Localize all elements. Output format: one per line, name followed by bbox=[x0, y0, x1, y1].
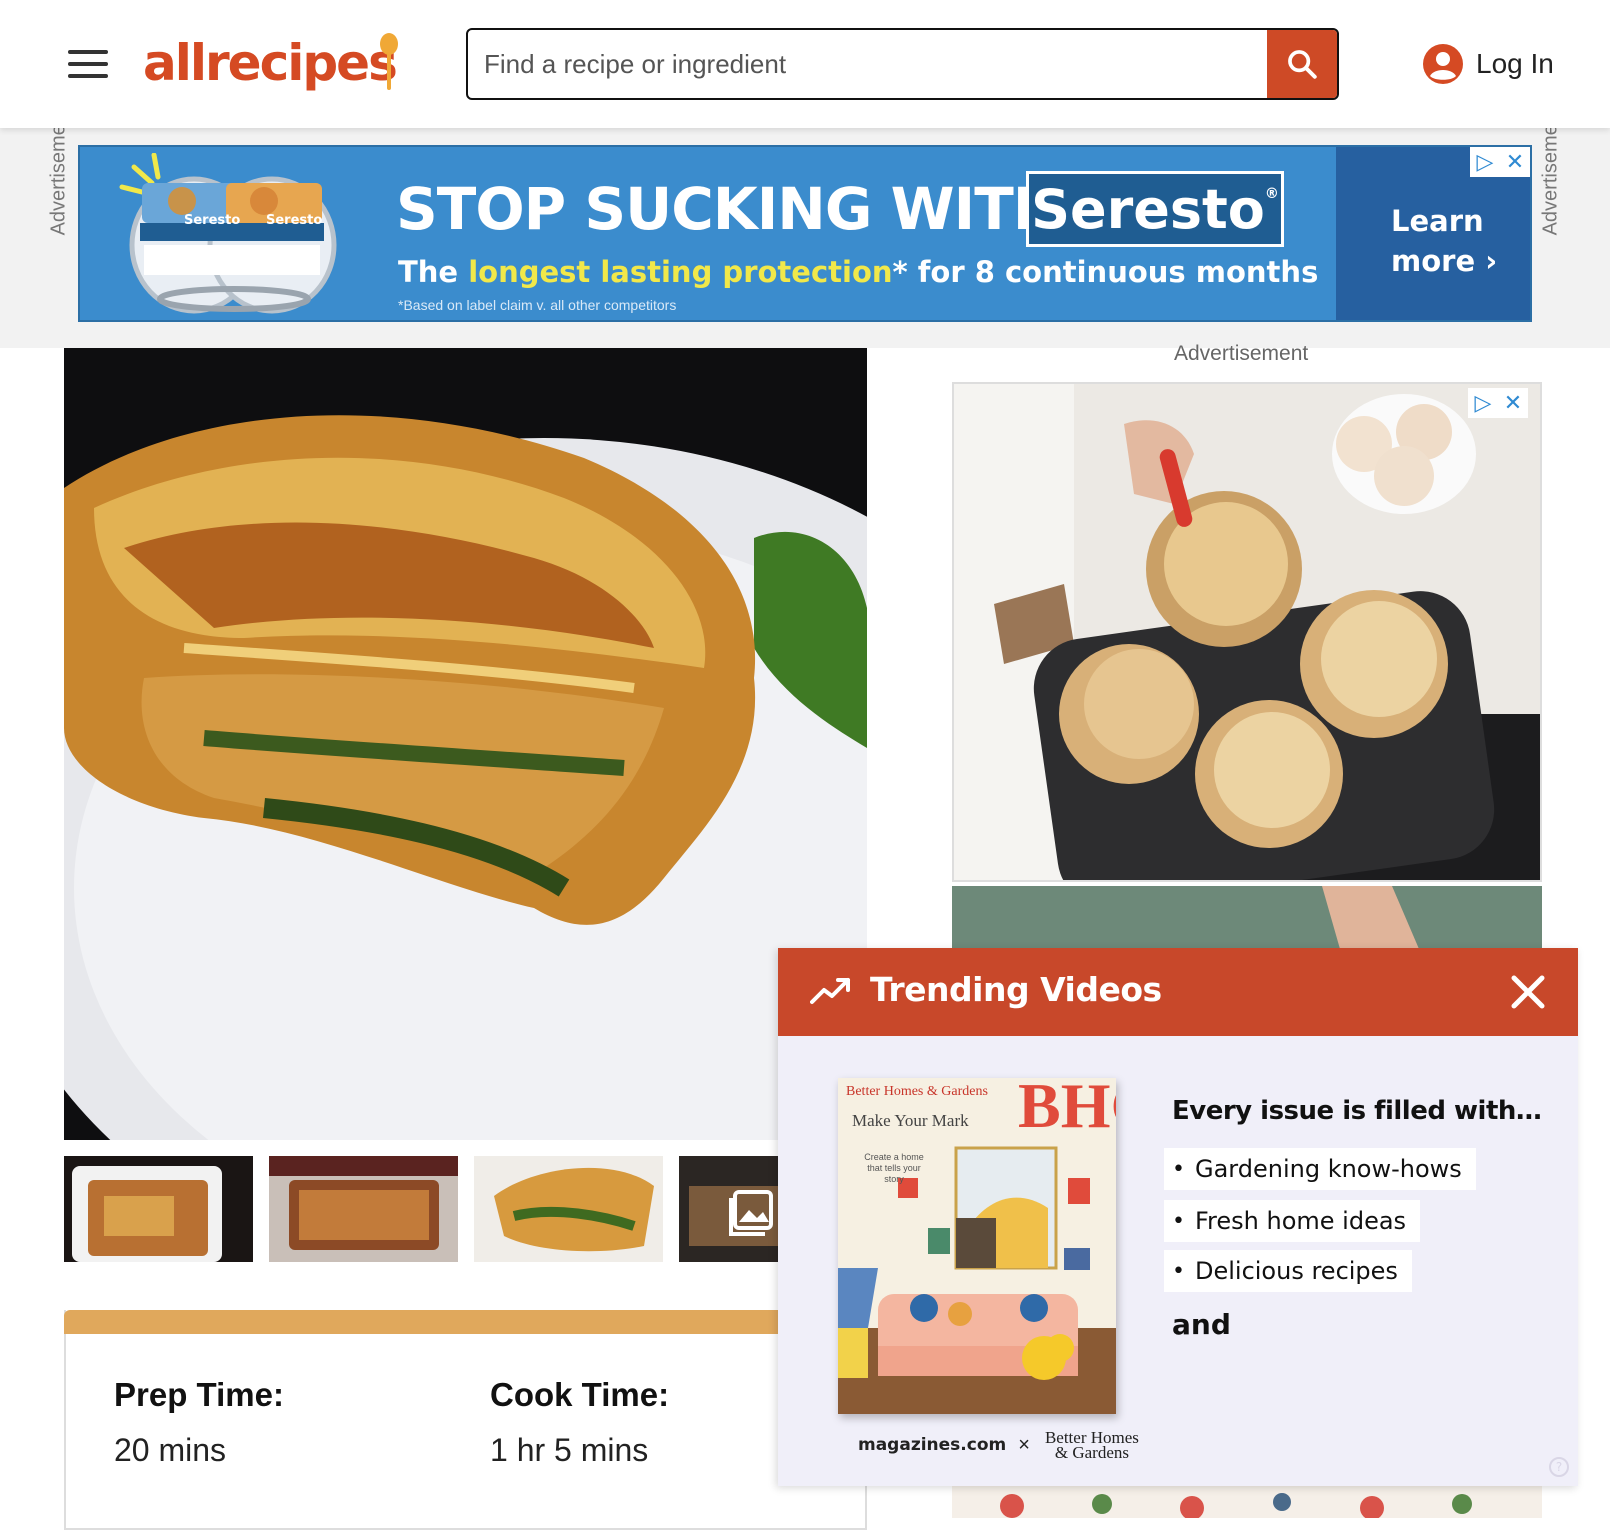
thumbnail-1[interactable] bbox=[64, 1156, 253, 1262]
help-icon[interactable]: ? bbox=[1548, 1456, 1570, 1478]
cook-time-value: 1 hr 5 mins bbox=[490, 1432, 649, 1468]
learn-more-button[interactable]: Learn more › bbox=[1391, 201, 1511, 281]
login-label: Log In bbox=[1476, 48, 1554, 79]
banner-fine-print: *Based on label claim v. all other compe… bbox=[398, 297, 677, 313]
side-ad-floral[interactable] bbox=[952, 1486, 1542, 1518]
magazine-tagline: Make Your Mark bbox=[852, 1111, 969, 1130]
recipe-main-photo[interactable] bbox=[64, 348, 867, 1140]
cook-time: Cook Time: 1 hr 5 mins bbox=[490, 1376, 669, 1469]
side-ad-next[interactable] bbox=[952, 886, 1542, 956]
side-adchoices: ▷ ✕ bbox=[1468, 388, 1528, 418]
offer-bullet-1: Gardening know-hows bbox=[1164, 1148, 1476, 1190]
search-form bbox=[466, 28, 1339, 100]
banner-adchoices: ▷ ✕ bbox=[1470, 147, 1530, 177]
lasagna-photo bbox=[64, 348, 867, 1140]
banner-sub-suffix: * for 8 continuous months bbox=[892, 255, 1319, 289]
login-link[interactable]: Log In bbox=[1422, 42, 1554, 86]
seresto-brand: Seresto ® bbox=[1026, 171, 1284, 247]
thumbnail-4[interactable] bbox=[679, 1156, 779, 1262]
prep-time: Prep Time: 20 mins bbox=[114, 1376, 284, 1469]
banner-sub-prefix: The bbox=[398, 255, 469, 289]
cook-time-label: Cook Time: bbox=[490, 1376, 670, 1413]
magazine-masthead: BHG bbox=[1018, 1078, 1116, 1141]
menu-icon[interactable] bbox=[68, 50, 108, 78]
logo-times: × bbox=[1018, 1433, 1030, 1456]
search-input[interactable] bbox=[468, 30, 1268, 98]
offer-bullet-3: Delicious recipes bbox=[1164, 1250, 1412, 1292]
trending-header: Trending Videos bbox=[778, 948, 1578, 1036]
seresto-brand-text: Seresto bbox=[1031, 177, 1265, 241]
bhg-logo: Better Homes & Gardens bbox=[1044, 1428, 1139, 1462]
egg-pan-ad[interactable]: ▷ ✕ bbox=[952, 382, 1542, 882]
bhg-magazine-cover[interactable]: Better Homes & Gardens BHG Make Your Mar… bbox=[838, 1078, 1116, 1414]
collar-product-image bbox=[119, 153, 337, 314]
magazines-com-logo: magazines.com bbox=[858, 1435, 1007, 1455]
thumbnail-2[interactable] bbox=[269, 1156, 458, 1262]
trending-up-icon bbox=[810, 978, 850, 1004]
site-header: allrecipes Log In bbox=[0, 0, 1610, 128]
spoon-logo-icon bbox=[380, 33, 398, 90]
banner-headline: STOP SUCKING WITH bbox=[396, 175, 1061, 243]
site-logo[interactable]: allrecipes bbox=[143, 34, 398, 92]
seresto-banner-ad[interactable]: Seresto Seresto STOP SUCKING WITH Serest… bbox=[78, 145, 1532, 322]
collar-label-cat: Seresto bbox=[266, 213, 323, 228]
search-button[interactable] bbox=[1267, 30, 1337, 98]
magazine-brand: Better Homes & Gardens bbox=[846, 1084, 988, 1099]
offer-and: and bbox=[1172, 1308, 1231, 1341]
thumbnail-3[interactable] bbox=[474, 1156, 663, 1262]
egg-pan-ad-image bbox=[954, 384, 1540, 880]
close-icon[interactable] bbox=[1506, 970, 1550, 1014]
learn-more-line1: Learn bbox=[1391, 204, 1484, 238]
prep-time-value: 20 mins bbox=[114, 1432, 227, 1468]
collar-label-dog: Seresto bbox=[184, 213, 241, 228]
trending-title: Trending Videos bbox=[870, 970, 1162, 1009]
learn-more-line2: more › bbox=[1391, 244, 1498, 278]
adchoices-icon[interactable]: ▷ bbox=[1470, 147, 1500, 177]
prep-time-label: Prep Time: bbox=[114, 1376, 284, 1413]
floral-pattern-image bbox=[952, 1486, 1542, 1518]
magazine-small-text: Create a home that tells your story bbox=[864, 1152, 924, 1184]
recipe-card-accent bbox=[64, 1310, 867, 1334]
banner-subline: The longest lasting protection* for 8 co… bbox=[398, 255, 1318, 289]
partner-logos: magazines.com × Better Homes & Gardens bbox=[858, 1428, 1142, 1462]
svg-text:?: ? bbox=[1556, 1460, 1562, 1474]
search-icon bbox=[1288, 50, 1317, 79]
trending-videos-panel: Trending Videos Better Homes & Gardens B… bbox=[778, 948, 1578, 1486]
offer-heading: Every issue is filled with… bbox=[1172, 1096, 1542, 1126]
user-avatar-icon bbox=[1423, 44, 1463, 84]
side-ad-label: Advertisement bbox=[1174, 342, 1309, 365]
side-adchoices-icon[interactable]: ▷ bbox=[1468, 388, 1498, 418]
side-close-ad-icon[interactable]: ✕ bbox=[1498, 388, 1528, 418]
offer-bullet-2: Fresh home ideas bbox=[1164, 1200, 1421, 1242]
close-ad-icon[interactable]: ✕ bbox=[1500, 147, 1530, 177]
side-ad-next-image bbox=[952, 886, 1542, 956]
banner-sub-highlight: longest lasting protection bbox=[468, 255, 893, 289]
